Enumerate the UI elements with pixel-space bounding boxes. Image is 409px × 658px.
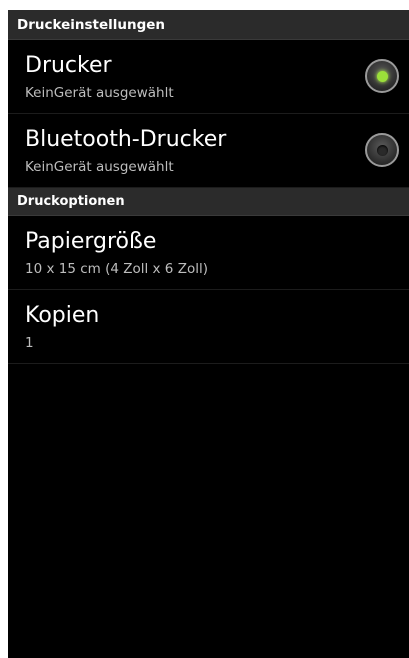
- section-header-druckeinstellungen: Druckeinstellungen: [8, 10, 409, 40]
- settings-screen: Druckeinstellungen Drucker KeinGerät aus…: [8, 10, 409, 658]
- pref-title: Bluetooth-Drucker: [25, 127, 227, 152]
- radio-button-unchecked-icon[interactable]: [365, 133, 399, 167]
- pref-summary: 10 x 15 cm (4 Zoll x 6 Zoll): [25, 261, 208, 277]
- radio-button-checked-icon[interactable]: [365, 59, 399, 93]
- section-header-druckoptionen: Druckoptionen: [8, 188, 409, 216]
- pref-summary: 1: [25, 335, 34, 351]
- pref-item-papiergroesse[interactable]: Papiergröße 10 x 15 cm (4 Zoll x 6 Zoll): [8, 216, 409, 290]
- pref-title: Papiergröße: [25, 229, 157, 254]
- pref-item-drucker[interactable]: Drucker KeinGerät ausgewählt: [8, 40, 409, 114]
- pref-title: Drucker: [25, 53, 112, 78]
- pref-item-kopien[interactable]: Kopien 1: [8, 290, 409, 364]
- pref-summary: KeinGerät ausgewählt: [25, 85, 174, 101]
- pref-title: Kopien: [25, 303, 100, 328]
- pref-summary: KeinGerät ausgewählt: [25, 159, 174, 175]
- pref-item-bluetooth-drucker[interactable]: Bluetooth-Drucker KeinGerät ausgewählt: [8, 114, 409, 188]
- radio-dot-icon: [376, 70, 388, 82]
- radio-dot-icon: [376, 144, 388, 156]
